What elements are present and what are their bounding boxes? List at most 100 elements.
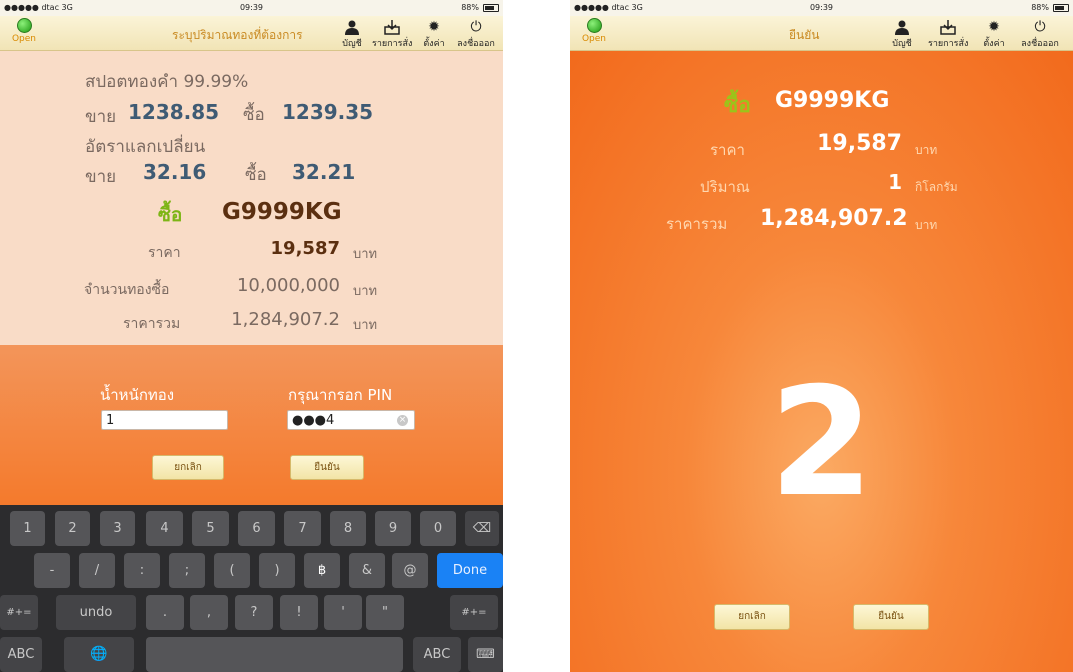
key-1[interactable]: 1 (10, 511, 45, 546)
product-code: G9999KG (222, 199, 342, 225)
orders-label: รายการสั่ง (372, 39, 413, 49)
quote-panel: สปอตทองคำ 99.99% ขาย 1238.85 ซื้อ 1239.3… (0, 51, 503, 345)
fx-buy-value: 32.21 (292, 160, 356, 184)
page-title: ยืนยัน (789, 28, 820, 42)
key-open-paren[interactable]: ( (214, 553, 250, 588)
market-status-label: Open (581, 34, 607, 44)
battery-icon (1053, 4, 1069, 12)
product-code: G9999KG (775, 88, 890, 113)
key-7[interactable]: 7 (284, 511, 321, 546)
fx-buy-label: ซื้อ (245, 165, 267, 185)
confirm-panel: ซื้อ G9999KG ราคา 19,587 บาท ปริมาณ 1 กิ… (570, 51, 1073, 672)
key-baht[interactable]: ฿ (304, 553, 340, 588)
key-close-paren[interactable]: ) (259, 553, 295, 588)
action-label: ซื้อ (158, 204, 183, 226)
pin-label: กรุณากรอก PIN (288, 386, 393, 404)
total-label: ราคารวม (123, 316, 181, 332)
person-icon (882, 19, 922, 35)
symbols-key-left[interactable]: #+= (0, 595, 38, 630)
key-4[interactable]: 4 (146, 511, 183, 546)
spot-buy-value: 1239.35 (282, 100, 374, 124)
done-button[interactable]: Done (437, 553, 503, 588)
price-value: 19,587 (817, 131, 902, 156)
qty-unit: กิโลกรัม (915, 180, 958, 194)
clear-icon[interactable]: × (397, 415, 408, 426)
gear-icon: ✹ (988, 19, 1000, 35)
key-quote[interactable]: " (366, 595, 404, 630)
key-2[interactable]: 2 (55, 511, 90, 546)
qty-label: ปริมาณ (700, 178, 750, 196)
key-8[interactable]: 8 (330, 511, 366, 546)
account-label: บัญชี (342, 39, 362, 49)
key-9[interactable]: 9 (375, 511, 411, 546)
download-tray-icon (928, 19, 968, 35)
key-exclaim[interactable]: ! (280, 595, 318, 630)
key-colon[interactable]: : (124, 553, 160, 588)
key-slash[interactable]: / (79, 553, 115, 588)
battery-label: 88% (1031, 3, 1049, 12)
key-dash[interactable]: - (34, 553, 70, 588)
page-title: ระบุปริมาณทองที่ต้องการ (172, 28, 303, 42)
key-3[interactable]: 3 (100, 511, 135, 546)
backspace-icon[interactable]: ⌫ (465, 511, 499, 546)
amount-label: จำนวนทองซื้อ (84, 282, 170, 298)
clock: 09:39 (809, 3, 834, 12)
price-label: ราคา (148, 245, 181, 261)
key-semicolon[interactable]: ; (169, 553, 205, 588)
settings-label: ตั้งค่า (423, 39, 445, 49)
orders-button[interactable]: รายการสั่ง (372, 19, 412, 50)
key-comma[interactable]: , (190, 595, 228, 630)
logout-button[interactable]: ⏻ ลงชื่อออก (456, 19, 496, 50)
weight-input[interactable]: 1 (101, 410, 228, 430)
confirm-button[interactable]: ยืนยัน (290, 455, 364, 480)
key-at[interactable]: @ (392, 553, 428, 588)
settings-label: ตั้งค่า (983, 39, 1005, 49)
abc-key-left[interactable]: ABC (0, 637, 42, 672)
abc-key-right[interactable]: ABC (413, 637, 461, 672)
clock: 09:39 (239, 3, 264, 12)
confirm-button[interactable]: ยืนยัน (853, 604, 929, 630)
market-status: Open (576, 18, 612, 44)
symbols-key-right[interactable]: #+= (450, 595, 498, 630)
key-apostrophe[interactable]: ' (324, 595, 362, 630)
key-5[interactable]: 5 (192, 511, 229, 546)
cancel-button[interactable]: ยกเลิก (152, 455, 224, 480)
spot-buy-label: ซื้อ (243, 105, 265, 125)
orders-button[interactable]: รายการสั่ง (928, 19, 968, 50)
spot-label: สปอตทองคำ 99.99% (85, 72, 249, 92)
logout-button[interactable]: ⏻ ลงชื่อออก (1020, 19, 1060, 50)
key-6[interactable]: 6 (238, 511, 275, 546)
power-icon: ⏻ (1034, 19, 1046, 35)
pin-input-value: ●●●4 (292, 413, 335, 428)
total-value: 1,284,907.2 (760, 206, 908, 231)
account-button[interactable]: บัญชี (332, 19, 372, 50)
market-status: Open (6, 18, 42, 44)
logout-label: ลงชื่อออก (457, 39, 495, 49)
settings-button[interactable]: ✹ ตั้งค่า (974, 19, 1014, 50)
undo-key[interactable]: undo (56, 595, 136, 630)
total-value: 1,284,907.2 (231, 309, 340, 330)
key-ampersand[interactable]: & (349, 553, 385, 588)
weight-input-value: 1 (106, 413, 115, 428)
weight-label: น้ำหนักทอง (100, 386, 175, 404)
price-value: 19,587 (270, 238, 340, 259)
key-question[interactable]: ? (235, 595, 273, 630)
space-bar[interactable] (146, 637, 403, 672)
key-0[interactable]: 0 (420, 511, 456, 546)
spot-sell-label: ขาย (85, 107, 117, 127)
right-screen: ●●●●● dtac 3G 09:39 88% Open ยืนยัน บัญช… (570, 0, 1073, 672)
pin-input[interactable]: ●●●4 × (287, 410, 415, 430)
fx-sell-value: 32.16 (143, 160, 207, 184)
key-period[interactable]: . (146, 595, 184, 630)
keyboard-hide-icon[interactable]: ⌨ (468, 637, 503, 672)
qty-value: 1 (888, 170, 902, 194)
settings-button[interactable]: ✹ ตั้งค่า (414, 19, 454, 50)
cancel-button[interactable]: ยกเลิก (714, 604, 790, 630)
globe-icon[interactable]: 🌐 (64, 637, 134, 672)
fx-sell-label: ขาย (85, 167, 117, 187)
left-screen: ●●●●● dtac 3G 09:39 88% Open ระบุปริมาณท… (0, 0, 503, 672)
gear-icon: ✹ (428, 19, 440, 35)
account-button[interactable]: บัญชี (882, 19, 922, 50)
action-label: ซื้อ (724, 93, 751, 117)
download-tray-icon (372, 19, 412, 35)
